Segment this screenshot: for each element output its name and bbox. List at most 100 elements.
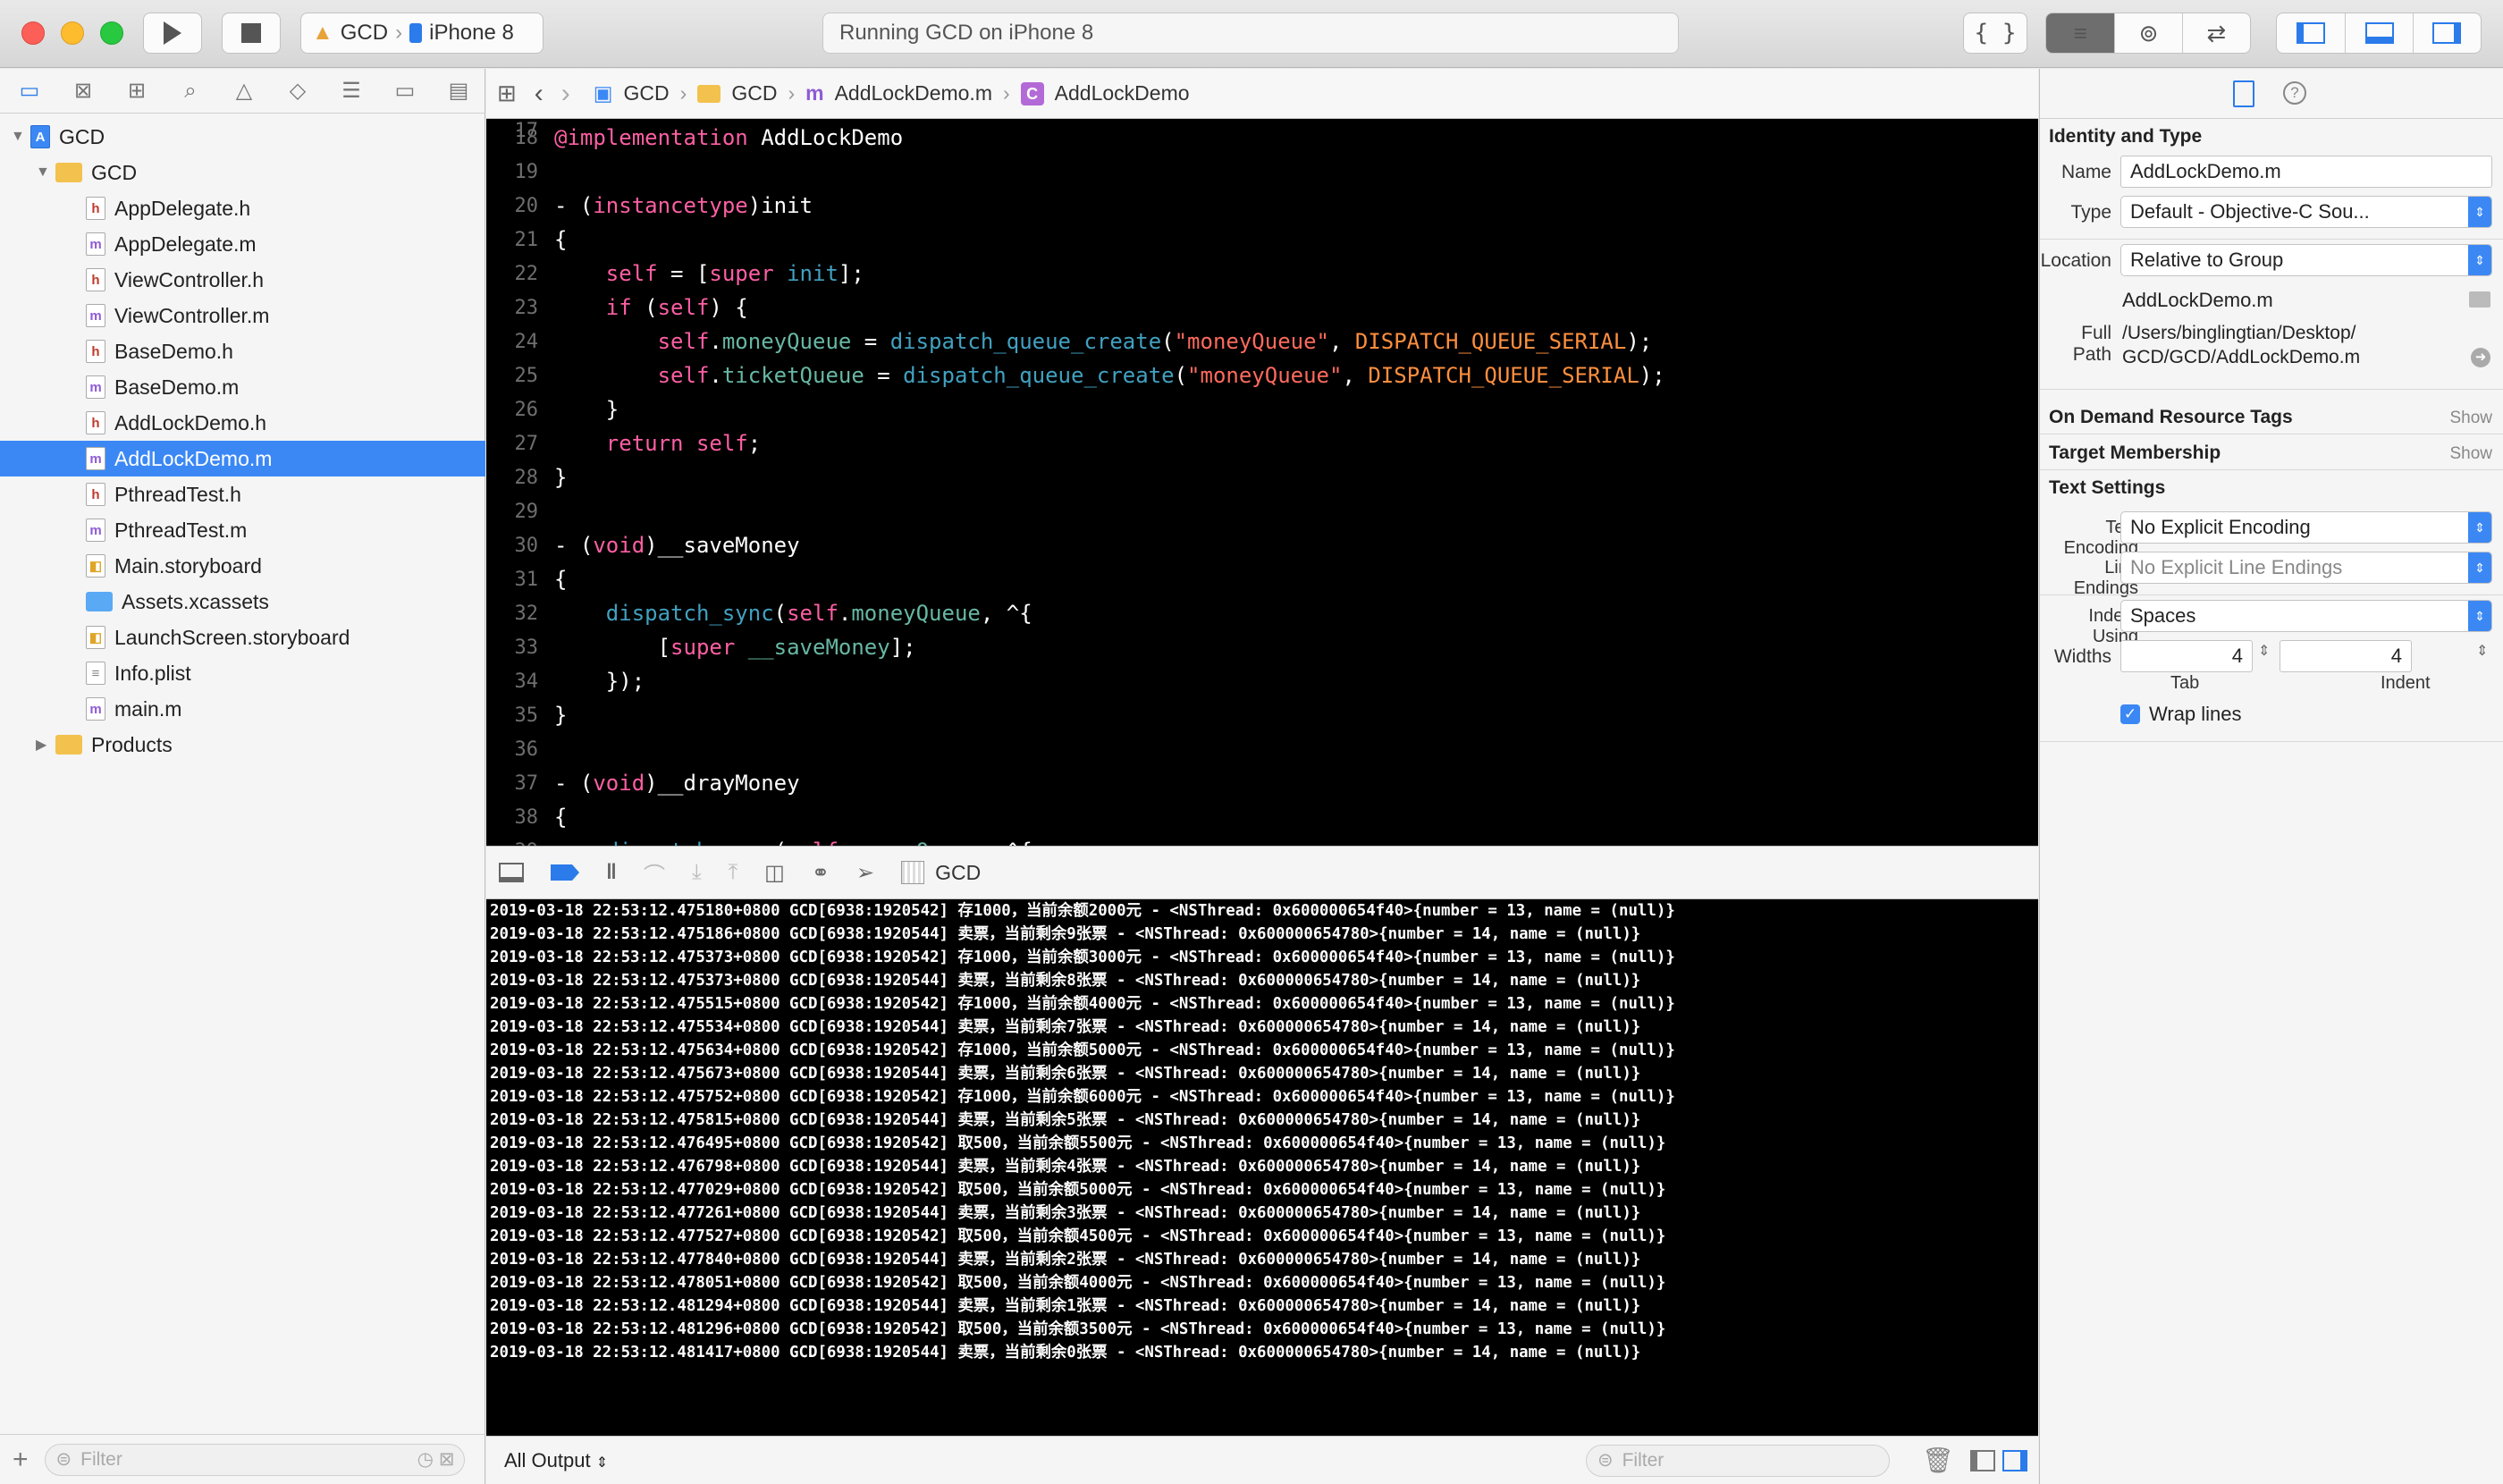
- debug-icon[interactable]: ☰: [334, 74, 368, 108]
- step-out-icon[interactable]: ⤒: [729, 860, 738, 885]
- library-button[interactable]: { }: [1963, 13, 2027, 54]
- line-number: 23: [514, 296, 539, 319]
- view-hierarchy-icon[interactable]: ◫: [764, 860, 785, 886]
- trash-icon[interactable]: 🗑: [1922, 1446, 1954, 1475]
- breakpoints-toggle-icon[interactable]: [551, 864, 579, 881]
- code-token: });: [554, 669, 645, 694]
- report-icon[interactable]: ▤: [442, 74, 476, 108]
- console-view-icon[interactable]: [2002, 1449, 2027, 1471]
- stop-button[interactable]: [222, 13, 281, 54]
- pause-icon[interactable]: ‖: [606, 860, 617, 885]
- code-line: 27 return self;: [486, 428, 762, 459]
- disclosure-right-icon[interactable]: ▶: [36, 736, 52, 754]
- breadcrumb-symbol[interactable]: AddLockDemo: [1055, 81, 1190, 105]
- run-button[interactable]: [143, 13, 202, 54]
- forward-icon[interactable]: ›: [561, 79, 570, 109]
- target-show-button[interactable]: Show: [2449, 444, 2492, 464]
- breadcrumb-project[interactable]: GCD: [624, 81, 670, 105]
- navigator-filter-field[interactable]: ⊜ Filter ◷ ⊠: [44, 1443, 465, 1476]
- line-number: 37: [514, 772, 539, 795]
- file-item[interactable]: ≡ Info.plist: [0, 655, 485, 691]
- file-item[interactable]: h PthreadTest.h: [0, 476, 485, 512]
- memory-graph-icon[interactable]: ⚭: [812, 860, 830, 886]
- code-token: self: [605, 261, 658, 286]
- code-token: - (: [554, 533, 594, 558]
- file-item[interactable]: m AddLockDemo.m: [0, 441, 485, 476]
- version-editor-button[interactable]: ⇄: [2183, 13, 2250, 53]
- issue-icon[interactable]: △: [227, 74, 261, 108]
- file-inspector-icon[interactable]: [2233, 80, 2254, 107]
- code-token: );: [1639, 363, 1665, 388]
- breadcrumb-file[interactable]: AddLockDemo.m: [835, 81, 992, 105]
- file-item[interactable]: h ViewController.h: [0, 262, 485, 298]
- toggle-debug-area-button[interactable]: [2346, 13, 2414, 53]
- type-popup[interactable]: Default - Objective-C Sou... ⇕: [2120, 196, 2492, 228]
- wrap-lines-checkbox[interactable]: ✓ Wrap lines: [2120, 703, 2242, 726]
- recent-files-icon[interactable]: ◷: [417, 1448, 434, 1471]
- file-item[interactable]: m main.m: [0, 691, 485, 727]
- standard-editor-button[interactable]: ≡: [2046, 13, 2116, 53]
- tab-width-field[interactable]: 4: [2120, 640, 2253, 672]
- step-over-icon[interactable]: ⌒: [644, 857, 665, 889]
- file-item[interactable]: m PthreadTest.m: [0, 512, 485, 548]
- scheme-selector[interactable]: ▲ GCD › iPhone 8: [300, 13, 544, 54]
- file-item[interactable]: ◧ Main.storyboard: [0, 548, 485, 584]
- app-target-icon: ▲: [312, 21, 333, 45]
- location-popup[interactable]: Relative to Group ⇕: [2120, 244, 2492, 276]
- back-icon[interactable]: ‹: [535, 79, 544, 109]
- step-into-icon[interactable]: ⤓: [692, 860, 702, 885]
- close-window-button[interactable]: [21, 21, 45, 45]
- zoom-window-button[interactable]: [100, 21, 123, 45]
- add-icon[interactable]: +: [13, 1445, 29, 1475]
- search-icon[interactable]: ⌕: [173, 74, 207, 108]
- indent-width-field[interactable]: 4: [2280, 640, 2412, 672]
- file-item[interactable]: h AddLockDemo.h: [0, 405, 485, 441]
- breakpoint-icon[interactable]: ▭: [388, 74, 422, 108]
- source-control-filter-icon[interactable]: ⊠: [439, 1448, 455, 1471]
- odr-show-button[interactable]: Show: [2449, 409, 2492, 428]
- test-icon[interactable]: ◇: [281, 74, 315, 108]
- tab-width-stepper[interactable]: ⇕: [2258, 642, 2270, 660]
- assistant-editor-button[interactable]: ⊚: [2115, 13, 2183, 53]
- code-token: "moneyQueue": [1187, 363, 1343, 388]
- minimize-window-button[interactable]: [61, 21, 84, 45]
- folder-browse-icon[interactable]: [2469, 291, 2490, 308]
- file-item[interactable]: m AppDelegate.m: [0, 226, 485, 262]
- tree-group-products[interactable]: ▶ Products: [0, 727, 485, 763]
- symbol-icon[interactable]: ⊞: [120, 74, 154, 108]
- encoding-popup[interactable]: No Explicit Encoding ⇕: [2120, 511, 2492, 544]
- source-control-icon[interactable]: ⊠: [66, 74, 100, 108]
- console-line: 2019-03-18 22:53:12.475373+0800 GCD[6938…: [490, 972, 1641, 990]
- file-item[interactable]: h BaseDemo.h: [0, 333, 485, 369]
- output-selector[interactable]: All Output ⇕: [504, 1449, 608, 1472]
- indent-width-stepper[interactable]: ⇕: [2476, 642, 2488, 660]
- toggle-inspector-button[interactable]: [2414, 13, 2481, 53]
- console-bottom-bar: All Output ⇕ ⊜ Filter 🗑: [486, 1436, 2038, 1484]
- hide-debug-area-icon[interactable]: [499, 863, 524, 882]
- console-filter-field[interactable]: ⊜ Filter: [1586, 1444, 1890, 1477]
- indent-using-popup[interactable]: Spaces ⇕: [2120, 600, 2492, 632]
- quick-help-icon[interactable]: ?: [2283, 81, 2306, 105]
- name-field[interactable]: AddLockDemo.m: [2120, 156, 2492, 188]
- disclosure-down-icon[interactable]: ▼: [36, 164, 52, 181]
- line-endings-popup[interactable]: No Explicit Line Endings ⇕: [2120, 552, 2492, 584]
- variables-view-icon[interactable]: [1970, 1449, 1995, 1471]
- folder-icon[interactable]: ▭: [13, 74, 46, 108]
- m-file-icon: m: [86, 375, 105, 399]
- tree-group-gcd[interactable]: ▼ GCD: [0, 155, 485, 190]
- simulate-location-icon[interactable]: ➢: [856, 860, 874, 886]
- console-output[interactable]: 2019-03-18 22:53:12.475180+0800 GCD[6938…: [486, 899, 2038, 1436]
- file-item[interactable]: m BaseDemo.m: [0, 369, 485, 405]
- breadcrumb-group[interactable]: GCD: [731, 81, 777, 105]
- reveal-arrow-icon[interactable]: ➜: [2471, 348, 2490, 367]
- file-item[interactable]: ◧ LaunchScreen.storyboard: [0, 620, 485, 655]
- related-items-icon[interactable]: ⊞: [497, 80, 517, 107]
- file-item[interactable]: Assets.xcassets: [0, 584, 485, 620]
- line-text: if (self) {: [554, 295, 748, 320]
- code-editor[interactable]: 17 18 @implementation AddLockDemo 19 20- (i…: [486, 119, 2038, 846]
- tree-root-gcd[interactable]: ▼ A GCD: [0, 119, 485, 155]
- disclosure-down-icon[interactable]: ▼: [11, 129, 27, 145]
- toggle-navigator-button[interactable]: [2277, 13, 2347, 53]
- file-item[interactable]: m ViewController.m: [0, 298, 485, 333]
- file-item[interactable]: h AppDelegate.h: [0, 190, 485, 226]
